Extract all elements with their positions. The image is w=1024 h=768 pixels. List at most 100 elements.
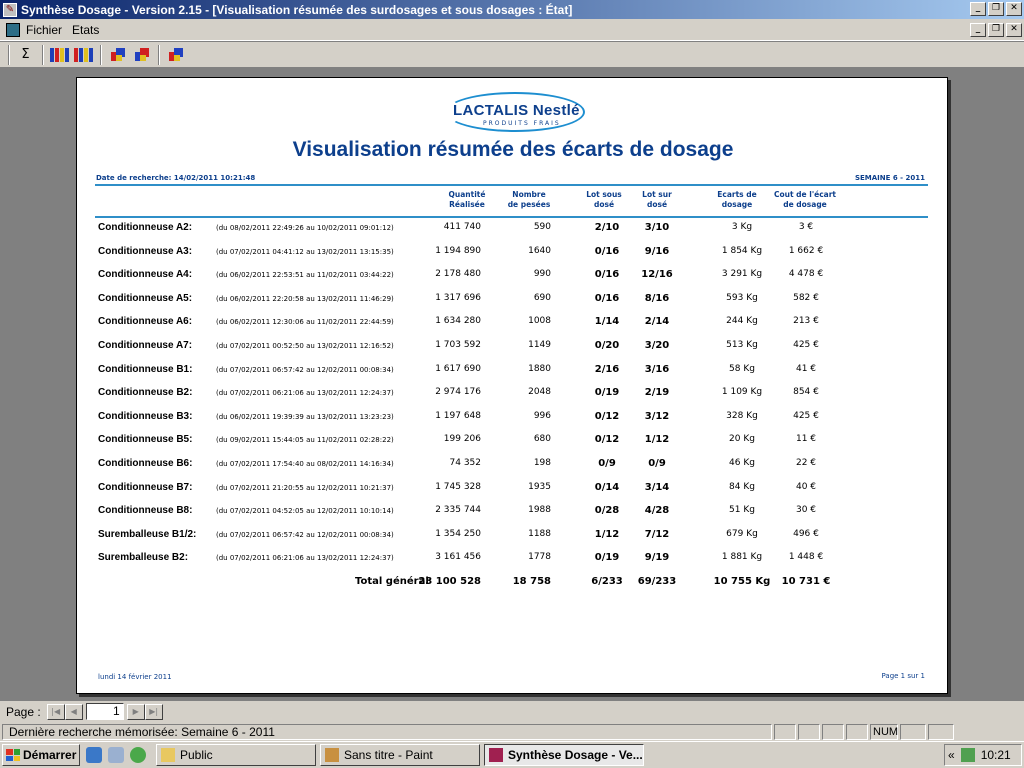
gap-cost: 1 448 € [788,552,824,562]
dosage-gap: 1 109 Kg [721,387,763,397]
table-row: Conditionneuse B2: (du 07/02/2011 06:21:0… [77,387,949,403]
gap-cost: 496 € [793,529,819,539]
lot-under-dosed: 0/12 [594,411,620,422]
dosage-gap: 46 Kg [729,458,755,468]
prev-page-button[interactable]: ◀ [64,703,83,720]
quantity-realised: 2 178 480 [435,269,481,279]
lot-under-dosed: 0/12 [594,434,620,445]
books-report-icon[interactable] [48,44,71,66]
minimize-button[interactable]: _ [970,2,986,16]
lot-over-dosed: 0/9 [648,458,666,469]
report-title: Visualisation résumée des écarts de dosa… [292,138,734,161]
menu-fichier[interactable]: Fichier [26,23,62,37]
period: (du 06/02/2011 22:20:58 au 13/02/2011 11… [216,295,394,303]
dosage-gap: 58 Kg [729,364,755,374]
period: (du 07/02/2011 17:54:40 au 08/02/2011 14… [216,460,394,468]
table-row: Conditionneuse A4: (du 06/02/2011 22:53:5… [77,269,949,285]
quantity-realised: 1 617 690 [435,364,481,374]
toolbar-separator [8,44,10,65]
dosage-gap: 84 Kg [729,482,755,492]
clock[interactable]: 10:21 [981,748,1011,762]
next-page-button[interactable]: ▶ [126,703,145,720]
period: (du 09/02/2011 15:44:05 au 11/02/2011 02… [216,436,394,444]
child-restore-button[interactable]: ❐ [988,23,1004,37]
title-bar[interactable]: ✎ Synthèse Dosage - Version 2.15 - [Visu… [0,0,1024,19]
child-minimize-button[interactable]: _ [970,23,986,37]
task-public[interactable]: Public [156,744,316,766]
machine-name: Conditionneuse A6: [98,316,193,327]
tray-expand-button[interactable]: « [948,748,955,762]
table-row: Conditionneuse A5: (du 06/02/2011 22:20:5… [77,293,949,309]
dosage-gap: 328 Kg [726,411,758,421]
toolbar-separator [158,44,160,65]
machine-name: Conditionneuse B2: [98,387,193,398]
start-button[interactable]: Démarrer [2,744,80,766]
books-report-alt-icon[interactable] [72,44,95,66]
table-row: Conditionneuse B3: (du 06/02/2011 19:39:3… [77,411,949,427]
toolbar-separator [100,44,102,65]
task-paint[interactable]: Sans titre - Paint [320,744,480,766]
period: (du 07/02/2011 21:20:55 au 12/02/2011 10… [216,484,394,492]
last-page-button[interactable]: ▶| [144,703,163,720]
paint-icon [325,748,339,762]
lot-under-dosed: 0/14 [594,482,620,493]
quantity-realised: 1 194 890 [435,246,481,256]
recycle-icon[interactable] [130,747,146,763]
dosage-gap: 244 Kg [726,316,758,326]
menu-etats[interactable]: Etats [72,23,99,37]
lot-over-dosed: 3/12 [644,411,670,422]
period: (du 06/02/2011 12:30:06 au 11/02/2011 22… [216,318,394,326]
col-lot-sous: Lot sous dosé [586,190,622,209]
lot-over-dosed: 9/16 [644,246,670,257]
period: (du 07/02/2011 06:21:06 au 13/02/2011 12… [216,554,394,562]
status-pane [774,723,796,740]
weighings-count: 590 [533,222,551,232]
total-cout: 10 731 € [781,576,831,587]
week-label: SEMAINE 6 - 2011 [854,174,925,182]
lot-under-dosed: 2/16 [594,364,620,375]
dosage-gap: 1 854 Kg [721,246,763,256]
lot-under-dosed: 2/10 [594,222,620,233]
weighings-count: 1880 [528,364,551,374]
cube-report-alt-icon[interactable] [130,44,153,66]
dosage-gap: 51 Kg [729,505,755,515]
table-row: Suremballeuse B1/2: (du 07/02/2011 06:57:… [77,529,949,545]
report-workspace[interactable]: LACTALIS Nestlé PRODUITS FRAIS Visualisa… [0,69,1024,701]
close-button[interactable]: ✕ [1006,2,1022,16]
quantity-realised: 1 634 280 [435,316,481,326]
app-icon[interactable]: ✎ [3,2,17,17]
weighings-count: 1008 [528,316,551,326]
sum-button[interactable]: Σ [14,44,37,66]
quantity-realised: 411 740 [443,222,481,232]
gap-cost: 41 € [795,364,817,374]
quantity-realised: 2 974 176 [435,387,481,397]
cube-report-icon[interactable] [106,44,129,66]
task-synthese-dosage[interactable]: Synthèse Dosage - Ve... [484,744,644,766]
page-number-input[interactable]: 1 [85,703,124,720]
cube-export-icon[interactable] [164,44,187,66]
weighings-count: 198 [533,458,551,468]
ie-icon[interactable] [86,747,102,763]
child-close-button[interactable]: ✕ [1006,23,1022,37]
document-icon[interactable] [6,22,20,37]
lot-over-dosed: 9/19 [644,552,670,563]
dosage-gap: 20 Kg [729,434,755,444]
total-pesees: 18 758 [512,576,551,587]
lot-under-dosed: 0/16 [594,246,620,257]
show-desktop-icon[interactable] [108,747,124,763]
restore-button[interactable]: ❐ [988,2,1004,16]
status-bar: Dernière recherche mémorisée: Semaine 6 … [0,722,1024,741]
folder-icon [161,748,175,762]
machine-name: Conditionneuse A4: [98,269,193,280]
machine-name: Conditionneuse B8: [98,505,193,516]
machine-name: Conditionneuse B1: [98,364,193,375]
total-qty: 23 100 528 [418,576,481,587]
lot-over-dosed: 3/10 [644,222,670,233]
volume-icon[interactable] [960,748,975,762]
gap-cost: 213 € [793,316,819,326]
system-tray: « 10:21 [944,744,1022,766]
col-cout: Cout de l'écart de dosage [773,190,836,209]
lot-under-dosed: 0/16 [594,269,620,280]
lot-under-dosed: 0/9 [598,458,616,469]
first-page-button[interactable]: |◀ [46,703,65,720]
